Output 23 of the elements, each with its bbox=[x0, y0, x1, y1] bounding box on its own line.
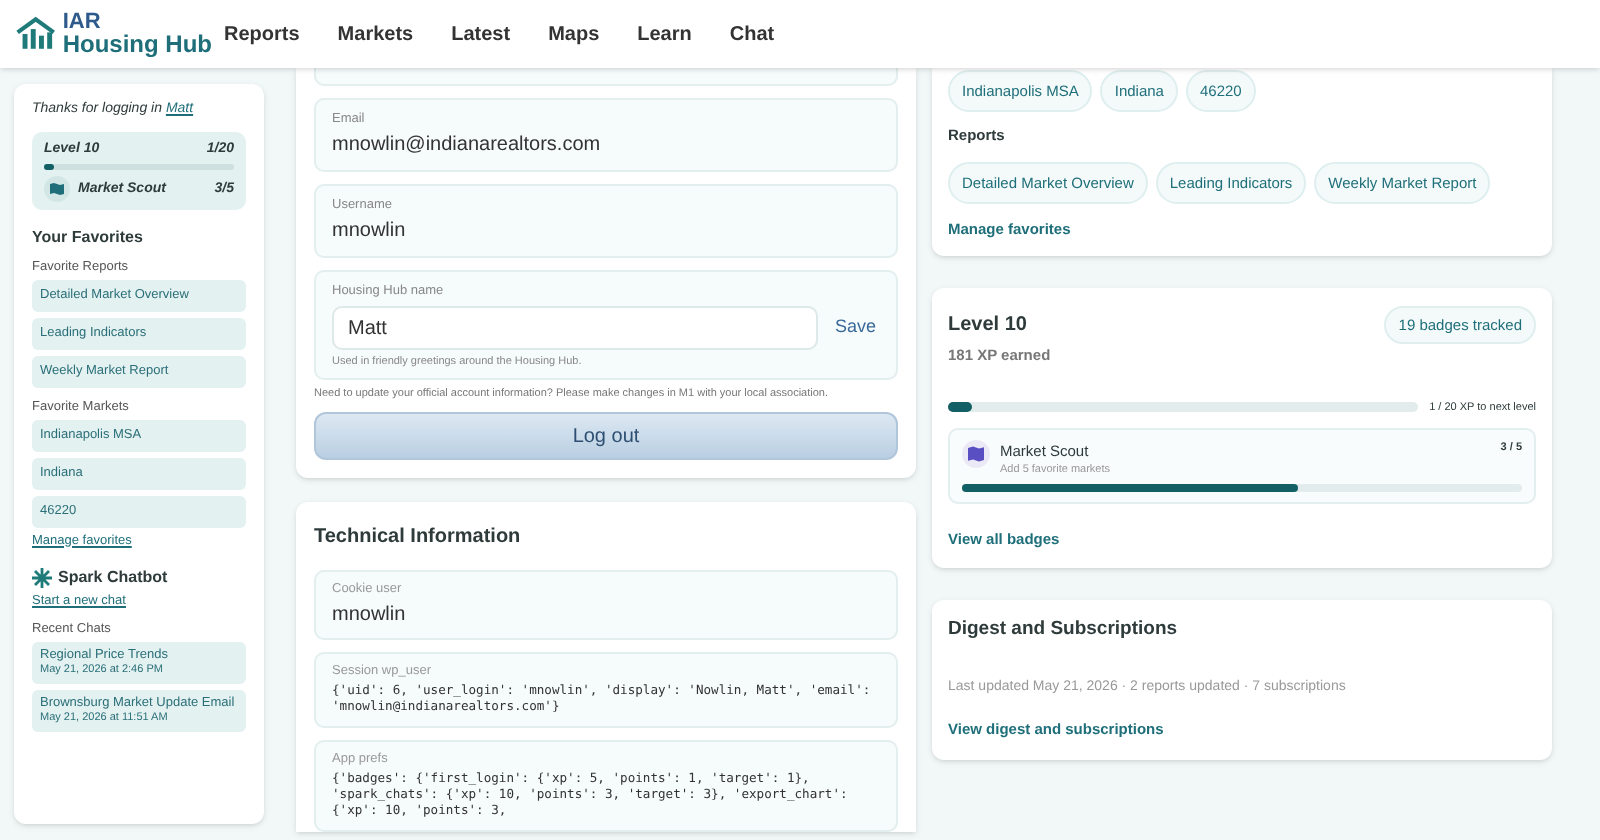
sparkle-icon bbox=[32, 567, 52, 587]
logo-text: IAR bbox=[62, 12, 103, 34]
nav-link[interactable]: Latest bbox=[451, 19, 511, 49]
map-icon bbox=[44, 175, 70, 201]
field-value: mnowlin bbox=[332, 602, 408, 628]
map-icon bbox=[962, 439, 990, 468]
logo-icon bbox=[16, 14, 59, 54]
section-title: Your Favorites bbox=[32, 227, 145, 247]
nav-link[interactable]: Reports bbox=[224, 19, 300, 49]
field-value: mnowlin@indianarealtors.com bbox=[332, 132, 603, 158]
nav-link[interactable]: Chat bbox=[729, 19, 775, 49]
name-input[interactable]: Matt bbox=[332, 306, 819, 350]
save-button[interactable]: Save bbox=[830, 314, 880, 342]
nav-link[interactable]: Learn bbox=[637, 19, 692, 49]
card-title: Digest and Subscriptions bbox=[948, 615, 1180, 643]
card-title: Technical Information bbox=[314, 524, 523, 550]
section-title: Spark Chatbot bbox=[58, 565, 168, 589]
nav-link[interactable]: Maps bbox=[548, 19, 600, 49]
card-title: Level 10 bbox=[948, 312, 1027, 341]
nav-link[interactable]: Markets bbox=[337, 19, 414, 49]
logo-text: Housing Hub bbox=[62, 34, 212, 56]
field-value: mnowlin bbox=[332, 218, 408, 244]
log-out-button[interactable]: Log out bbox=[314, 412, 898, 460]
